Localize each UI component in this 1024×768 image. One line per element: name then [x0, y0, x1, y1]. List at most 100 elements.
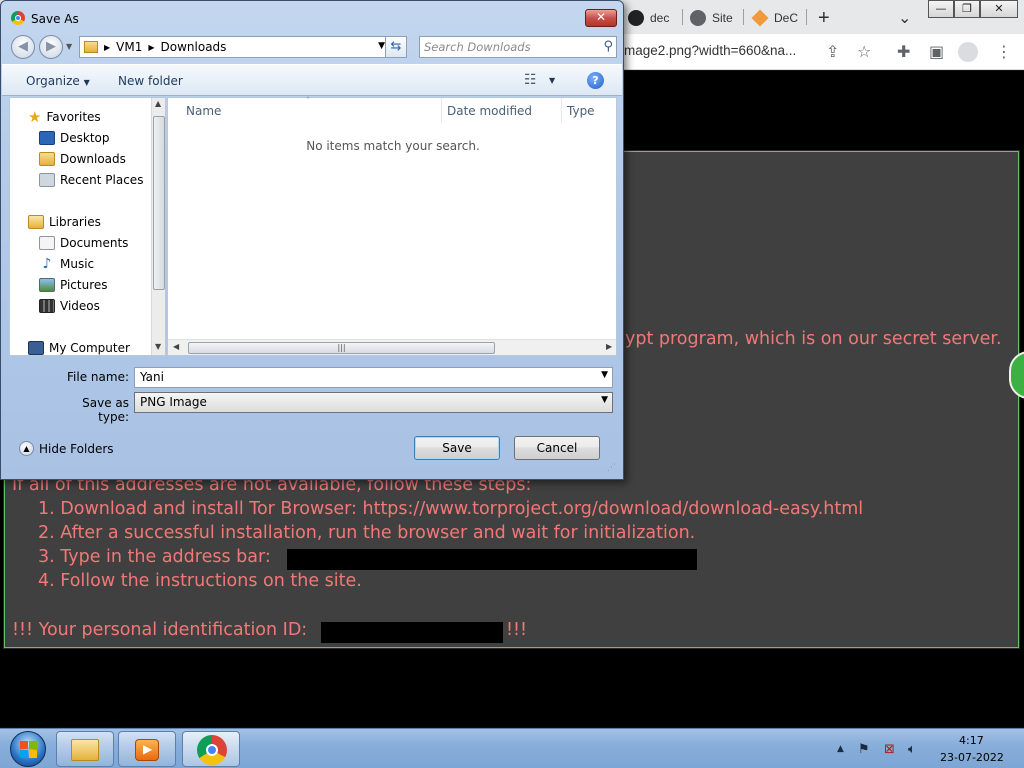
chevron-up-icon: ▲	[19, 441, 34, 456]
nav-label: My Computer	[49, 341, 130, 355]
desktop-icon	[39, 131, 55, 145]
chevron-down-icon: ▼	[601, 395, 608, 405]
tab-github[interactable]: dec	[628, 6, 669, 30]
nav-libraries[interactable]: Libraries	[28, 212, 101, 232]
nav-scroll-thumb[interactable]	[153, 116, 165, 290]
share-icon[interactable]: ⇪	[826, 42, 839, 61]
volume-icon[interactable]: 🔈︎	[908, 742, 916, 757]
taskbar-app-chrome[interactable]	[182, 731, 240, 767]
scroll-left-icon[interactable]: ◀	[173, 342, 179, 351]
new-folder-button[interactable]: New folder	[118, 74, 183, 88]
nav-downloads[interactable]: Downloads	[39, 149, 126, 169]
cancel-button[interactable]: Cancel	[514, 436, 600, 460]
plus-icon: +	[818, 6, 830, 29]
profile-icon[interactable]	[958, 42, 978, 62]
breadcrumb-item[interactable]: VM1	[116, 40, 142, 54]
command-bar: Organize ▼ New folder ☷ ▼ ?	[2, 64, 622, 96]
network-error-icon[interactable]: ⊠	[884, 742, 895, 757]
nav-recent-places[interactable]: Recent Places	[39, 170, 143, 190]
nav-label: Videos	[60, 299, 100, 313]
save-as-dialog: Save As ✕ ◀ ▶ ▼ ▶ VM1 ▶ Downloads ▼ ⇆ Se…	[0, 0, 624, 480]
nav-documents[interactable]: Documents	[39, 233, 128, 253]
redaction-bar	[287, 549, 697, 570]
column-header-type[interactable]: Type	[567, 104, 595, 118]
horizontal-scroll-thumb[interactable]: |||	[188, 342, 495, 354]
empty-message: No items match your search.	[306, 139, 480, 153]
nav-pictures[interactable]: Pictures	[39, 275, 108, 295]
file-name-input[interactable]: Yani ▼	[134, 367, 613, 388]
nav-label: Libraries	[49, 215, 101, 229]
horizontal-scrollbar[interactable]: ◀ ||| ▶	[168, 339, 616, 355]
search-input[interactable]: Search Downloads ⚲	[419, 36, 617, 58]
resize-grip-icon[interactable]: ⋰	[607, 463, 616, 473]
tab-label: dec	[650, 11, 670, 25]
tab-search-button[interactable]: ⌄	[898, 6, 911, 30]
new-tab-button[interactable]: +	[818, 6, 830, 30]
taskbar-app-media-player[interactable]: ▶	[118, 731, 176, 767]
nav-label: Desktop	[60, 131, 110, 145]
start-button[interactable]	[4, 729, 48, 768]
scroll-right-icon[interactable]: ▶	[606, 342, 612, 351]
file-name-label: File name:	[67, 370, 129, 384]
note-line: ypt program, which is on our secret serv…	[625, 329, 1002, 349]
nav-videos[interactable]: Videos	[39, 296, 100, 316]
note-id-prefix: !!! Your personal identification ID:	[12, 620, 308, 640]
nav-favorites[interactable]: ★ Favorites	[28, 107, 101, 127]
nav-label: Favorites	[46, 110, 101, 124]
save-type-select[interactable]: PNG Image ▼	[134, 392, 613, 413]
clock-date[interactable]: 23-07-2022	[940, 751, 1004, 764]
nav-label: Downloads	[60, 152, 126, 166]
minimize-button[interactable]: —	[928, 0, 954, 18]
dialog-titlebar[interactable]: Save As ✕	[1, 1, 623, 33]
recent-locations-icon[interactable]: ▼	[66, 42, 72, 51]
star-icon[interactable]: ☆	[857, 42, 871, 61]
scroll-up-icon[interactable]: ▲	[155, 99, 161, 108]
taskbar-app-explorer[interactable]	[56, 731, 114, 767]
nav-desktop[interactable]: Desktop	[39, 128, 110, 148]
help-icon[interactable]: ?	[587, 72, 604, 89]
column-header-name[interactable]: Name	[186, 104, 221, 118]
search-icon[interactable]: ⚲	[603, 39, 613, 54]
chevron-right-icon: ▶	[104, 42, 111, 52]
hide-folders-button[interactable]: ▲ Hide Folders	[19, 441, 114, 456]
chevron-down-icon[interactable]: ▼	[601, 370, 608, 380]
organize-button[interactable]: Organize ▼	[26, 74, 90, 88]
nav-scrollbar[interactable]: ▲ ▼	[151, 98, 165, 355]
chevron-down-icon[interactable]: ▼	[378, 41, 385, 51]
column-header-date-modified[interactable]: Date modified	[447, 104, 532, 118]
nav-label: Pictures	[60, 278, 108, 292]
forward-button[interactable]: ▶	[39, 35, 63, 59]
show-hidden-icons-icon[interactable]: ▲	[837, 744, 844, 754]
dialog-close-button[interactable]: ✕	[585, 9, 617, 27]
back-button[interactable]: ◀	[11, 35, 35, 59]
extensions-icon[interactable]: ✚	[897, 42, 910, 61]
file-name-value: Yani	[140, 370, 164, 384]
view-options-icon[interactable]: ☷	[524, 72, 537, 88]
chevron-down-icon[interactable]: ▼	[549, 76, 555, 85]
chevron-down-icon: ▼	[83, 78, 90, 87]
nav-label: Documents	[60, 236, 129, 250]
browser-close-button[interactable]: ✕	[980, 0, 1018, 18]
scroll-down-icon[interactable]: ▼	[155, 342, 161, 351]
nav-my-computer[interactable]: My Computer	[28, 338, 130, 355]
tab-label: Site	[712, 11, 733, 25]
address-bar[interactable]: mage2.png?width=660&na...	[624, 43, 796, 58]
side-panel-icon[interactable]: ▣	[929, 42, 944, 61]
breadcrumb[interactable]: ▶ VM1 ▶ Downloads ▼	[79, 36, 391, 58]
kebab-menu-icon[interactable]: ⋮	[996, 42, 1012, 61]
chevron-down-icon: ⌄	[898, 10, 912, 27]
tab-dec[interactable]: DeC	[751, 6, 798, 30]
close-icon: ✕	[595, 10, 607, 24]
restore-button[interactable]: ❐	[954, 0, 980, 18]
action-center-icon[interactable]: ⚑	[858, 742, 870, 757]
note-id-suffix: !!!	[506, 620, 528, 640]
system-tray: ▲ ⚑ ⊠ 🔈︎ 4:17 23-07-2022	[832, 729, 1022, 768]
nav-music[interactable]: ♪ Music	[39, 254, 95, 274]
tab-site[interactable]: Site	[690, 6, 733, 30]
clock-time[interactable]: 4:17	[959, 734, 984, 747]
save-button[interactable]: Save	[414, 436, 500, 460]
refresh-button[interactable]: ⇆	[385, 36, 407, 58]
breadcrumb-item[interactable]: Downloads	[161, 40, 227, 54]
libraries-icon	[28, 215, 44, 229]
forward-arrow-icon: ▶	[46, 39, 56, 54]
